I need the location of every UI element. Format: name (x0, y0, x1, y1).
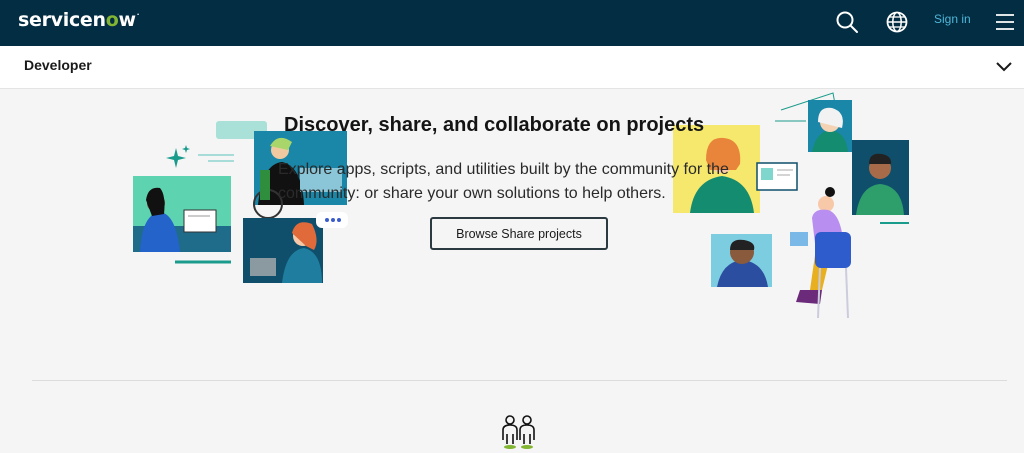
chevron-down-icon[interactable] (994, 58, 1014, 76)
hero-subtext: Explore apps, scripts, and utilities bui… (278, 161, 729, 202)
logo-text-end: w (118, 9, 137, 31)
illustration-person-older-woman (808, 100, 852, 152)
illustration-person-redhead (243, 212, 348, 283)
section-divider (32, 380, 1007, 381)
search-icon[interactable] (834, 9, 860, 35)
hero-headline: Discover, share, and collaborate on proj… (284, 114, 705, 136)
illustration-person-bearded-man (852, 140, 909, 224)
logo-trademark: . (136, 9, 140, 17)
globe-icon[interactable] (884, 9, 910, 35)
sign-in-link[interactable]: Sign in (934, 12, 971, 26)
people-icon (502, 415, 535, 449)
browse-share-projects-button[interactable]: Browse Share projects (430, 217, 608, 250)
developer-subnav: Developer (0, 46, 1024, 89)
menu-icon[interactable] (992, 9, 1018, 35)
logo-text-start: servicen (18, 9, 106, 31)
illustration-person-laptop-1 (133, 176, 231, 264)
illustration-person-on-stool (790, 187, 851, 319)
subnav-title[interactable]: Developer (24, 57, 92, 73)
illustration-person-smiling-man (711, 234, 772, 287)
sparkle-decoration (166, 145, 234, 168)
logo-text-o: o (105, 9, 119, 31)
top-navigation-bar: servicenow. Sign in (0, 0, 1024, 46)
servicenow-logo[interactable]: servicenow. (18, 9, 139, 31)
